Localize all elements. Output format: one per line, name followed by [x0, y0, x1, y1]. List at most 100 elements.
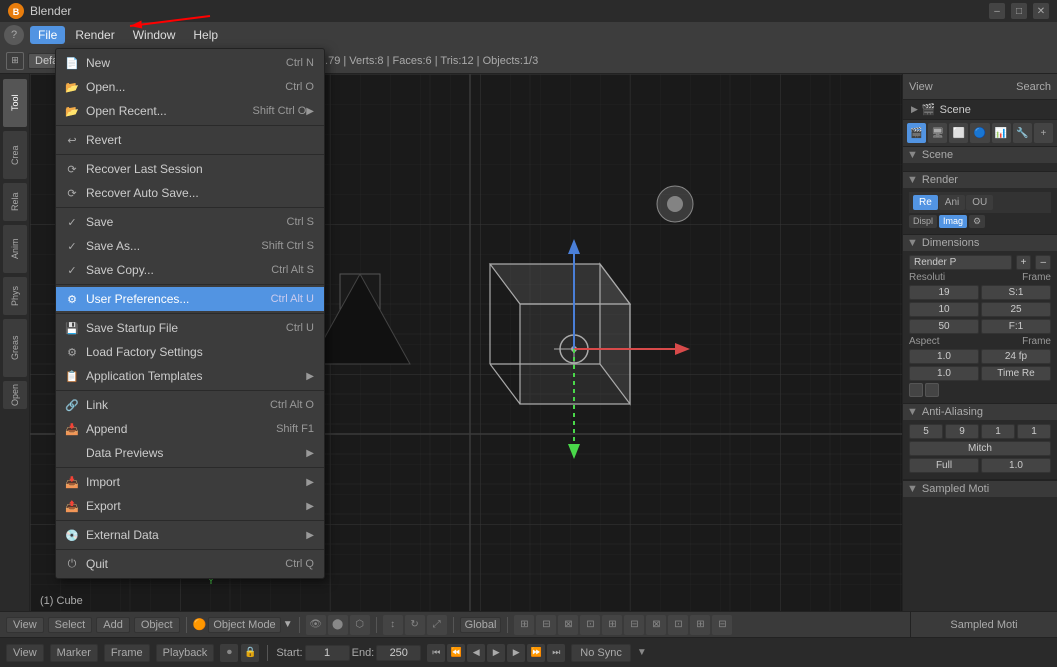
file-menu[interactable]: 📄 New Ctrl N 📂 Open... Ctrl O 📂 Open Rec…: [55, 48, 325, 579]
plus-icon[interactable]: +: [1016, 255, 1032, 270]
aa-value[interactable]: 1.0: [981, 458, 1051, 473]
menu-load-factory[interactable]: ⚙ Load Factory Settings: [56, 340, 324, 364]
menu-recover-last[interactable]: ⟳ Recover Last Session: [56, 157, 324, 181]
menu-new[interactable]: 📄 New Ctrl N: [56, 51, 324, 75]
vbar-icon-4[interactable]: ⊡: [580, 615, 600, 635]
prop-icon-scene[interactable]: 🎬: [907, 123, 926, 143]
menu-recover-auto[interactable]: ⟳ Recover Auto Save...: [56, 181, 324, 205]
menu-link[interactable]: 🔗 Link Ctrl Alt O: [56, 393, 324, 417]
aa-preset[interactable]: Mitch: [909, 441, 1051, 456]
vbar-icon-wire[interactable]: ⬡: [350, 615, 370, 635]
checkbox2[interactable]: [925, 383, 939, 397]
vbar-icon-1[interactable]: ⊞: [514, 615, 534, 635]
close-button[interactable]: ✕: [1033, 3, 1049, 19]
vbar-icon-solid[interactable]: ⬤: [328, 615, 348, 635]
grid-icon[interactable]: ⊞: [6, 52, 24, 70]
start-value[interactable]: 1: [305, 645, 350, 661]
frame-step-s[interactable]: S:1: [981, 285, 1051, 300]
vbar-icon-6[interactable]: ⊟: [624, 615, 644, 635]
aa-val3[interactable]: 1: [981, 424, 1015, 439]
search-label[interactable]: Search: [1016, 81, 1051, 93]
minimize-button[interactable]: –: [989, 3, 1005, 19]
sidebar-tab-open[interactable]: Open: [2, 380, 28, 410]
aspect-y[interactable]: 1.0: [909, 366, 979, 381]
dimensions-section-title[interactable]: ▼ Dimensions: [903, 235, 1057, 251]
checkbox1[interactable]: [909, 383, 923, 397]
menu-external-data[interactable]: 💿 External Data ▶: [56, 523, 324, 547]
prop-icon-more[interactable]: +: [1034, 123, 1053, 143]
render-section-title[interactable]: ▼ Render: [903, 172, 1057, 188]
sidebar-tab-physics[interactable]: Phys: [2, 276, 28, 316]
minus-icon[interactable]: –: [1035, 255, 1051, 270]
vbar-object[interactable]: Object: [134, 617, 180, 633]
play-prev-keyframe[interactable]: ⏪: [447, 644, 465, 662]
play-jump-start[interactable]: ⏮: [427, 644, 445, 662]
render-tab-re[interactable]: Re: [913, 195, 938, 210]
menu-append[interactable]: 📥 Append Shift F1: [56, 417, 324, 441]
menu-help[interactable]: Help: [185, 26, 226, 44]
prop-icon-modifier[interactable]: 🔧: [1013, 123, 1032, 143]
status-playback[interactable]: Playback: [156, 644, 215, 662]
play-next-frame[interactable]: ▶: [507, 644, 525, 662]
render-tab-ou[interactable]: OU: [966, 195, 993, 210]
frame-rate[interactable]: 24 fp: [981, 349, 1051, 364]
menu-render[interactable]: Render: [67, 26, 122, 44]
menu-save-copy[interactable]: ✓ Save Copy... Ctrl Alt S: [56, 258, 324, 282]
menu-window[interactable]: Window: [125, 26, 184, 44]
menu-import[interactable]: 📥 Import ▶: [56, 470, 324, 494]
vbar-icon-rotate[interactable]: ↻: [405, 615, 425, 635]
vbar-icon-8[interactable]: ⊡: [668, 615, 688, 635]
object-mode-dropdown[interactable]: Object Mode: [208, 617, 280, 633]
render-subtab-displ[interactable]: Displ: [909, 215, 937, 228]
prop-icon-object[interactable]: ⬜: [949, 123, 968, 143]
nosync-arrow[interactable]: ▼: [637, 647, 647, 658]
vbar-icon-move[interactable]: ↕: [383, 615, 403, 635]
sampled-title[interactable]: ▼ Sampled Moti: [903, 481, 1057, 497]
render-tab-ani[interactable]: Ani: [939, 195, 965, 210]
play-next-keyframe[interactable]: ⏩: [527, 644, 545, 662]
vbar-icon-2[interactable]: ⊟: [536, 615, 556, 635]
menu-user-prefs[interactable]: ⚙ User Preferences... Ctrl Alt U: [56, 287, 324, 311]
vbar-icon-7[interactable]: ⊠: [646, 615, 666, 635]
play-prev-frame[interactable]: ◀: [467, 644, 485, 662]
aa-val4[interactable]: 1: [1017, 424, 1051, 439]
vbar-icon-5[interactable]: ⊞: [602, 615, 622, 635]
status-view[interactable]: View: [6, 644, 44, 662]
menu-app-templates[interactable]: 📋 Application Templates ▶: [56, 364, 324, 388]
menu-data-previews[interactable]: Data Previews ▶: [56, 441, 324, 465]
play-button[interactable]: ▶: [487, 644, 505, 662]
aa-val1[interactable]: 5: [909, 424, 943, 439]
resolution-x[interactable]: 19: [909, 285, 979, 300]
mode-dropdown-arrow[interactable]: ▼: [283, 619, 293, 630]
time-remap[interactable]: Time Re: [981, 366, 1051, 381]
vbar-select[interactable]: Select: [48, 617, 93, 633]
end-value[interactable]: 250: [376, 645, 421, 661]
maximize-button[interactable]: □: [1011, 3, 1027, 19]
aa-val2[interactable]: 9: [945, 424, 979, 439]
status-frame[interactable]: Frame: [104, 644, 150, 662]
scene-section-title[interactable]: ▼ Scene: [903, 147, 1057, 163]
menu-export[interactable]: 📤 Export ▶: [56, 494, 324, 518]
sidebar-tab-animation[interactable]: Anim: [2, 224, 28, 274]
menu-save-as[interactable]: ✓ Save As... Shift Ctrl S: [56, 234, 324, 258]
menu-save[interactable]: ✓ Save Ctrl S: [56, 210, 324, 234]
aa-full[interactable]: Full: [909, 458, 979, 473]
vbar-icon-3[interactable]: ⊠: [558, 615, 578, 635]
prop-icon-render[interactable]: 🖥: [928, 123, 947, 143]
menu-file[interactable]: File: [30, 26, 65, 44]
menu-open-recent[interactable]: 📂 Open Recent... Shift Ctrl O ▶: [56, 99, 324, 123]
menu-save-startup[interactable]: 💾 Save Startup File Ctrl U: [56, 316, 324, 340]
aspect-x[interactable]: 1.0: [909, 349, 979, 364]
sidebar-tab-grease[interactable]: Greas: [2, 318, 28, 378]
vbar-icon-view[interactable]: 👁: [306, 615, 326, 635]
vbar-add[interactable]: Add: [96, 617, 130, 633]
vbar-view[interactable]: View: [6, 617, 44, 633]
render-preset[interactable]: Render P: [909, 255, 1012, 270]
menu-open[interactable]: 📂 Open... Ctrl O: [56, 75, 324, 99]
status-icon-record[interactable]: ⏺: [220, 644, 238, 662]
frame-f[interactable]: F:1: [981, 319, 1051, 334]
render-subtab-icon[interactable]: ⚙: [969, 215, 985, 228]
scale[interactable]: 50: [909, 319, 979, 334]
vbar-icon-10[interactable]: ⊟: [712, 615, 732, 635]
scene-tree-item-sce[interactable]: ▶ 🎬 Scene: [907, 102, 1053, 117]
